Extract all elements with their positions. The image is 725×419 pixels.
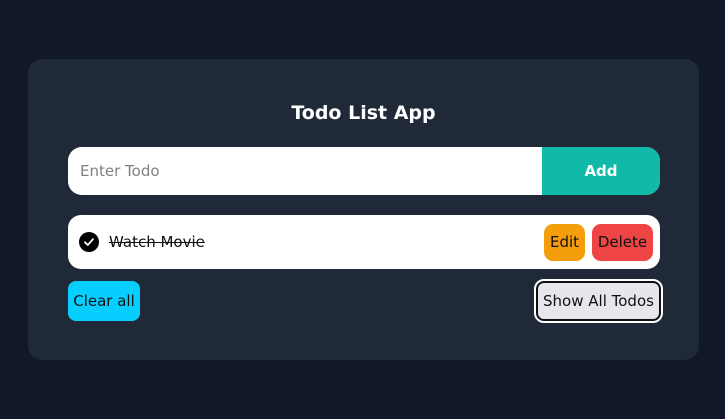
todo-item: Watch Movie Edit Delete bbox=[68, 215, 660, 269]
todo-input[interactable] bbox=[68, 147, 542, 195]
show-all-todos-button[interactable]: Show All Todos bbox=[534, 279, 663, 323]
clear-all-button[interactable]: Clear all bbox=[68, 281, 140, 321]
delete-button[interactable]: Delete bbox=[592, 223, 653, 261]
app-title: Todo List App bbox=[291, 102, 436, 124]
check-circle-icon[interactable] bbox=[79, 232, 99, 252]
todo-text: Watch Movie bbox=[109, 233, 205, 251]
todo-card: Todo List App Add Watch Movie Edit Delet… bbox=[28, 59, 699, 360]
todo-input-row: Add bbox=[68, 147, 660, 195]
add-button[interactable]: Add bbox=[542, 147, 660, 195]
edit-button[interactable]: Edit bbox=[544, 223, 585, 261]
